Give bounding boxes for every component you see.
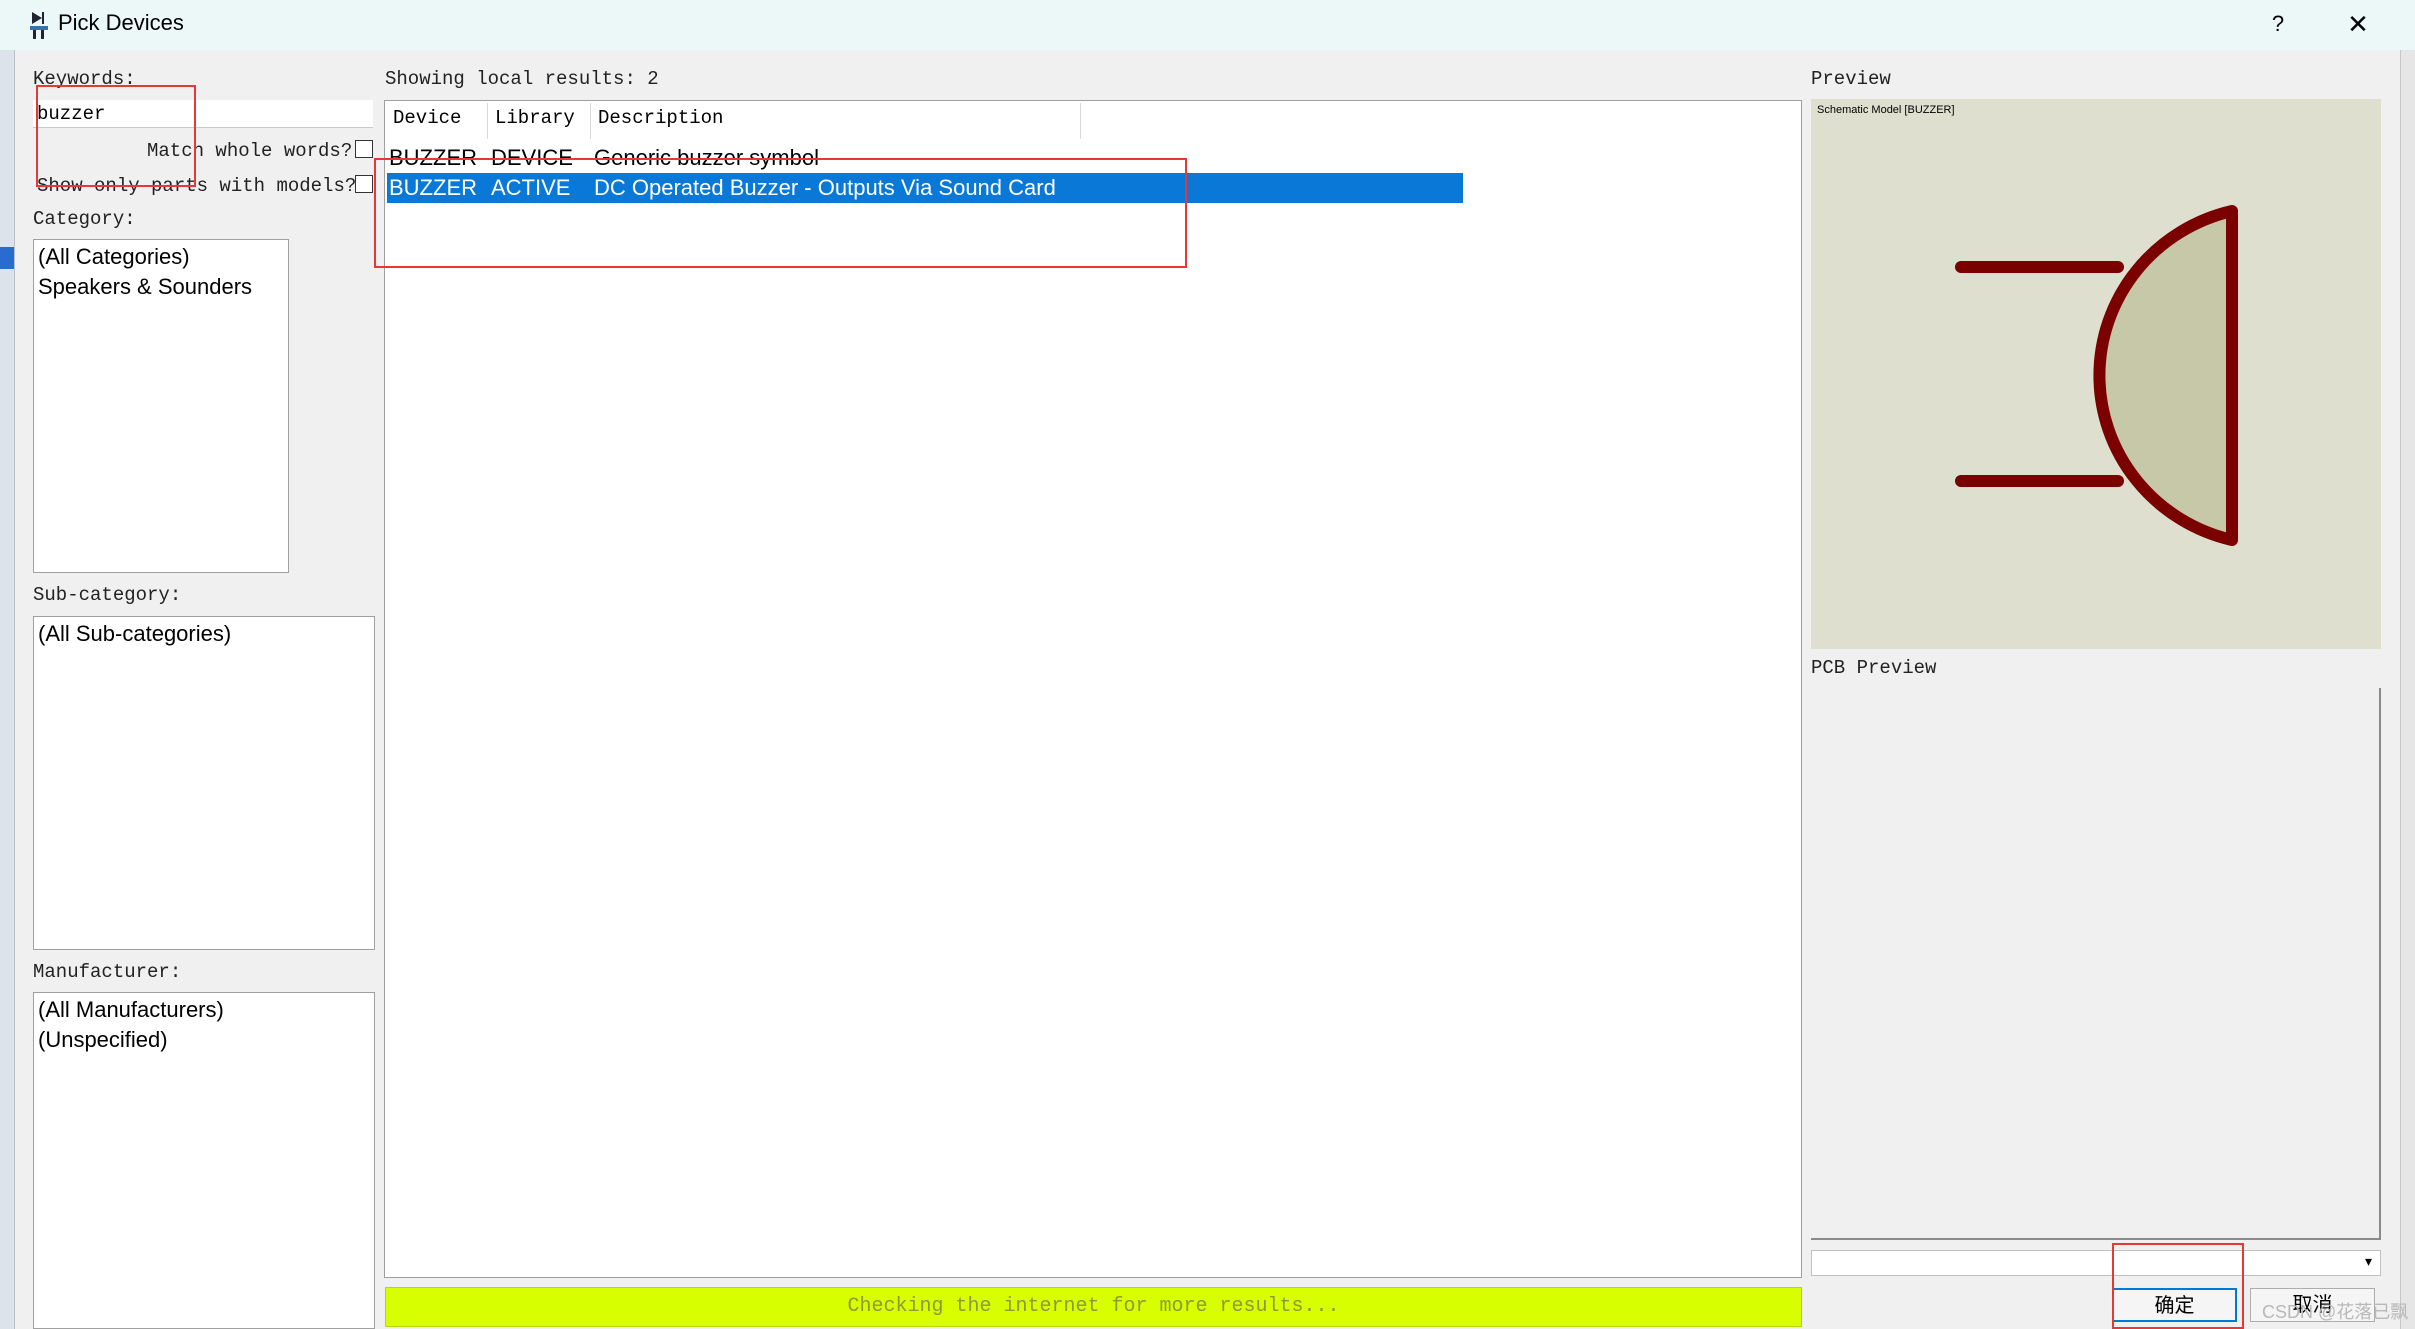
subcategory-list[interactable]: (All Sub-categories): [33, 616, 375, 950]
result-row-selected[interactable]: BUZZER ACTIVE DC Operated Buzzer - Outpu…: [387, 173, 1463, 203]
watermark: CSDN @花落已飘: [2262, 1302, 2409, 1322]
show-only-models-label: Show only parts with models?: [37, 175, 357, 197]
device-cell: BUZZER: [389, 145, 477, 170]
device-cell: BUZZER: [389, 175, 477, 200]
match-whole-words-label: Match whole words?: [147, 140, 353, 162]
subcategory-item[interactable]: (All Sub-categories): [34, 619, 374, 649]
library-cell: DEVICE: [491, 145, 573, 170]
buzzer-body: [2093, 205, 2238, 546]
close-button[interactable]: ✕: [2338, 6, 2378, 42]
category-label: Category:: [33, 208, 136, 230]
subcategory-label: Sub-category:: [33, 584, 182, 606]
manufacturer-item[interactable]: (Unspecified): [34, 1025, 374, 1055]
keywords-label: Keywords:: [33, 68, 136, 90]
help-button[interactable]: ?: [2260, 6, 2296, 42]
chevron-down-icon: ▾: [2364, 1253, 2372, 1269]
library-cell: ACTIVE: [491, 175, 571, 200]
description-cell: Generic buzzer symbol: [594, 145, 819, 170]
match-whole-words-checkbox[interactable]: [355, 140, 373, 158]
manufacturer-label: Manufacturer:: [33, 961, 182, 983]
column-header-description[interactable]: Description: [598, 107, 723, 129]
category-item[interactable]: (All Categories): [34, 242, 288, 272]
package-select[interactable]: ▾: [1811, 1250, 2381, 1276]
column-header-library[interactable]: Library: [495, 107, 575, 129]
app-icon: [30, 12, 48, 39]
column-divider: [1080, 103, 1081, 139]
manufacturer-item[interactable]: (All Manufacturers): [34, 995, 374, 1025]
description-cell: DC Operated Buzzer - Outputs Via Sound C…: [594, 175, 1056, 200]
manufacturer-list[interactable]: (All Manufacturers) (Unspecified): [33, 992, 375, 1329]
schematic-preview: [1811, 99, 2381, 649]
show-only-models-checkbox[interactable]: [355, 175, 373, 193]
background-window-edge: [0, 50, 15, 1329]
schematic-model-label: Schematic Model [BUZZER]: [1817, 104, 1955, 116]
title-bar: [0, 0, 2415, 50]
background-window-edge-right: [2400, 50, 2415, 1329]
buzzer-symbol: [1955, 205, 2238, 546]
ok-button[interactable]: 确定: [2112, 1288, 2237, 1322]
results-summary: Showing local results: 2: [385, 68, 659, 90]
pcb-preview: [1811, 688, 2381, 1240]
pcb-preview-label: PCB Preview: [1811, 657, 1937, 679]
preview-label: Preview: [1811, 68, 1891, 90]
window-title: Pick Devices: [58, 10, 184, 35]
column-divider: [487, 103, 488, 139]
results-table[interactable]: Device Library Description BUZZER DEVICE…: [384, 100, 1802, 1278]
keywords-input[interactable]: [33, 100, 373, 128]
result-row[interactable]: BUZZER DEVICE Generic buzzer symbol: [387, 143, 1463, 173]
online-search-status: Checking the internet for more results..…: [385, 1287, 1802, 1327]
column-header-device[interactable]: Device: [393, 107, 461, 129]
background-window-marker: [0, 247, 14, 269]
category-item[interactable]: Speakers & Sounders: [34, 272, 288, 302]
category-list[interactable]: (All Categories) Speakers & Sounders: [33, 239, 289, 573]
column-divider: [590, 103, 591, 139]
